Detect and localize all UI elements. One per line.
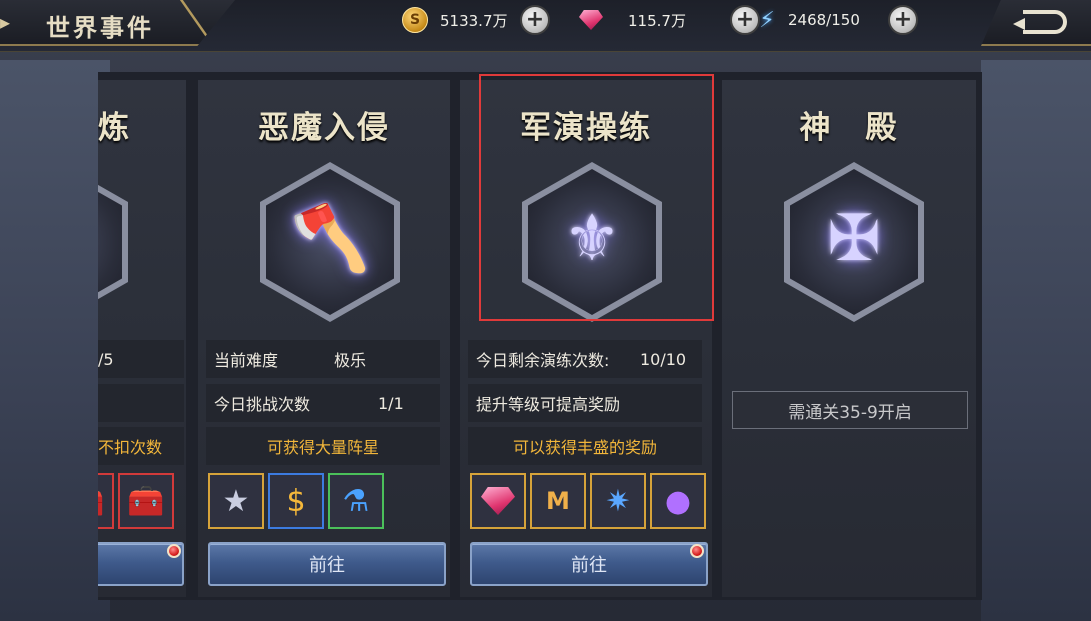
challenge-count-value: 1/1: [378, 393, 404, 413]
challenge-count-label: 今日挑战次数: [214, 395, 311, 414]
card-title: 神 殿: [799, 110, 899, 146]
difficulty-row: 当前难度 极乐: [206, 340, 440, 378]
notification-dot: [167, 544, 181, 558]
event-cards-area: 炼 ✦ /5 不扣次数 🧰 🧰 前往 恶魔入侵 🪓 当前难度 极乐 今日挑战次数…: [98, 72, 982, 600]
info-row-empty: [98, 384, 184, 422]
cross-emblem-icon: ✠: [784, 162, 924, 322]
diamond-currency: 115.7万 +: [578, 5, 760, 35]
trident-emblem-icon: ⚜: [522, 162, 662, 322]
reward-items: M ✷ ●: [470, 473, 706, 529]
m-badge-icon[interactable]: M: [530, 473, 586, 529]
difficulty-value: 极乐: [334, 351, 367, 370]
back-arrow-icon[interactable]: ▸: [0, 10, 14, 34]
axe-emblem-icon: 🪓: [260, 162, 400, 322]
blue-potion-icon[interactable]: ⚗: [328, 473, 384, 529]
event-card-temple[interactable]: 神 殿 ✠ 需通关35-9开启: [722, 80, 976, 597]
card-title: 炼: [98, 110, 131, 146]
stamina-currency: ⚡ 2468/150 +: [754, 5, 918, 35]
challenge-count-row: 今日挑战次数 1/1: [206, 384, 440, 422]
card-title: 军演操练: [520, 110, 652, 146]
pink-gem-icon[interactable]: [470, 473, 526, 529]
reward-text: 不扣次数: [98, 427, 184, 465]
drill-count-label: 今日剩余演练次数:: [476, 351, 610, 370]
reward-items: 🧰 🧰: [98, 473, 174, 529]
return-arrow-icon: [1013, 10, 1067, 34]
reward-text: 可获得大量阵星: [206, 427, 440, 465]
drill-count-value: 10/10: [640, 349, 687, 369]
lightning-icon: ⚡: [759, 7, 775, 33]
drill-count-row: 今日剩余演练次数: 10/10: [468, 340, 702, 378]
add-stamina-button[interactable]: +: [888, 5, 918, 35]
emblem-icon: ✦: [98, 162, 128, 322]
add-gold-button[interactable]: +: [520, 5, 550, 35]
top-bar: ▸ 世界事件 S 5133.7万 + 115.7万 + ⚡ 2468/150 +: [0, 0, 1091, 52]
reward-items: ★ $ ⚗: [208, 473, 384, 529]
reward-tip-row: 提升等级可提高奖励: [468, 384, 702, 422]
gold-value: 5133.7万: [440, 11, 508, 30]
gold-coin-icon[interactable]: $: [268, 473, 324, 529]
event-card-partial[interactable]: 炼 ✦ /5 不扣次数 🧰 🧰 前往: [98, 80, 186, 597]
page-title: 世界事件: [46, 13, 154, 42]
gold-currency: S 5133.7万 +: [402, 5, 550, 35]
backdrop-right: [981, 60, 1091, 621]
gold-coin-icon: S: [402, 7, 428, 33]
pink-gem-icon: [578, 7, 604, 33]
return-button[interactable]: [981, 0, 1091, 46]
reward-tip-label: 提升等级可提高奖励: [476, 395, 621, 414]
go-button[interactable]: 前往: [208, 542, 446, 586]
unlock-requirement: 需通关35-9开启: [732, 391, 968, 429]
star-medal-icon[interactable]: ★: [208, 473, 264, 529]
event-card-demon-invasion[interactable]: 恶魔入侵 🪓 当前难度 极乐 今日挑战次数 1/1 可获得大量阵星 ★ $ ⚗ …: [198, 80, 450, 597]
diamond-value: 115.7万: [628, 11, 686, 30]
card-title: 恶魔入侵: [258, 110, 390, 146]
difficulty-label: 当前难度: [214, 351, 279, 370]
treasure-chest-icon[interactable]: 🧰: [98, 473, 114, 529]
reward-text: 可以获得丰盛的奖励: [468, 427, 702, 465]
blue-crystal-icon[interactable]: ✷: [590, 473, 646, 529]
stamina-value: 2468/150: [788, 11, 860, 29]
go-button[interactable]: 前往: [470, 542, 708, 586]
notification-dot: [690, 544, 704, 558]
info-row: /5: [98, 340, 184, 378]
backdrop-left: [0, 60, 110, 621]
purple-orb-icon[interactable]: ●: [650, 473, 706, 529]
treasure-chest-icon[interactable]: 🧰: [118, 473, 174, 529]
event-card-military-drill[interactable]: 军演操练 ⚜ 今日剩余演练次数: 10/10 提升等级可提高奖励 可以获得丰盛的…: [460, 80, 712, 597]
